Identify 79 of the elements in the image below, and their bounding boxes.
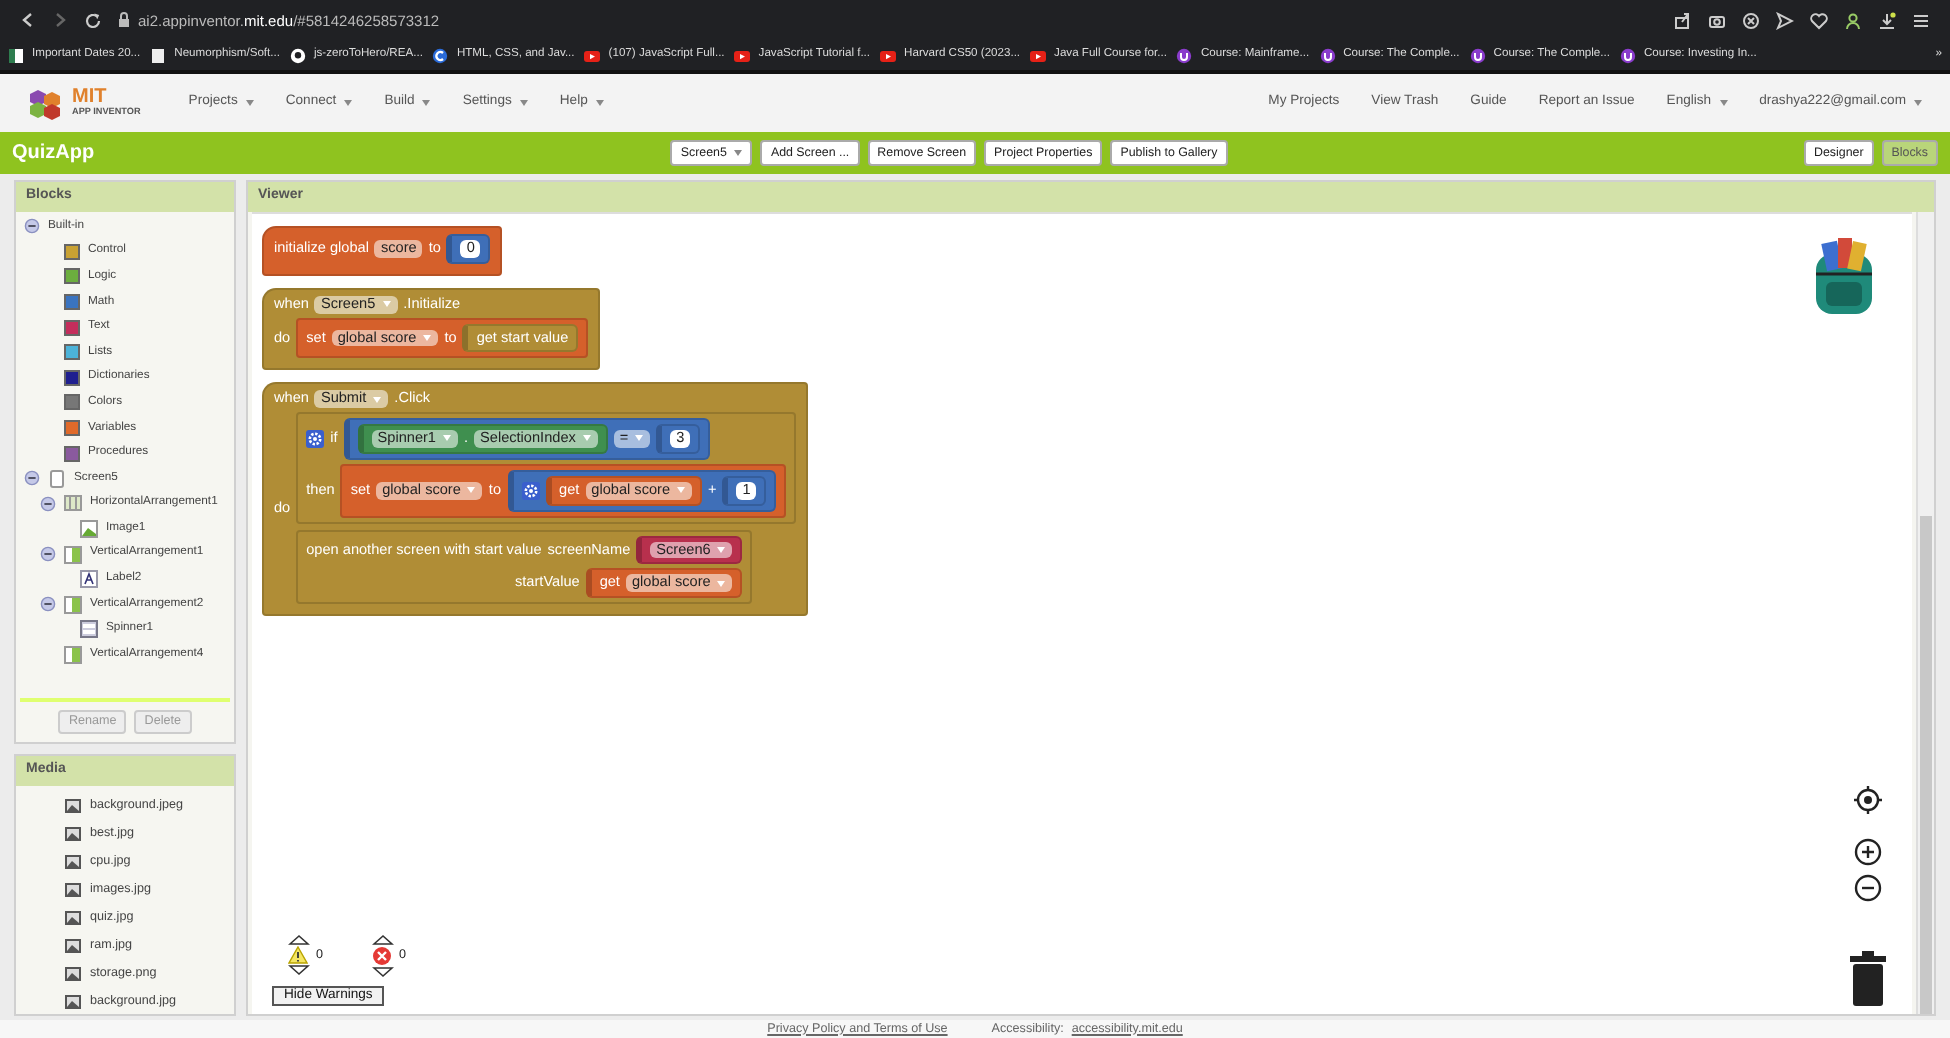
calendar-icon [8, 47, 24, 63]
arrangement-icon [64, 545, 82, 564]
caret-icon [245, 100, 254, 106]
screen-icon [48, 469, 66, 488]
site-icon [432, 47, 449, 63]
image-file-icon [64, 965, 82, 982]
caret-icon [1719, 100, 1728, 106]
zoom-out-icon[interactable] [1854, 874, 1882, 902]
error-icon [371, 945, 392, 966]
heart-icon[interactable] [1810, 11, 1828, 29]
caret-icon [716, 545, 727, 554]
image-file-icon [64, 853, 82, 870]
caret-icon [381, 300, 392, 309]
caret-icon [519, 100, 528, 106]
gear-icon[interactable] [306, 429, 325, 448]
gear-icon[interactable] [521, 481, 540, 500]
image-file-icon [64, 909, 82, 926]
course-icon [1176, 47, 1193, 63]
video-icon [584, 47, 601, 63]
collapse-toggle-icon[interactable] [24, 470, 40, 487]
page-icon [150, 47, 167, 63]
forward-icon[interactable] [52, 12, 68, 28]
collapse-toggle-icon[interactable] [40, 495, 56, 512]
caret-icon [595, 100, 604, 106]
arrangement-icon [64, 595, 82, 614]
caret-icon [422, 333, 433, 342]
video-icon [734, 47, 751, 63]
logo-title: MIT [72, 88, 107, 109]
caret-icon [422, 100, 431, 106]
recenter-icon[interactable] [1854, 786, 1882, 814]
caret-icon [734, 150, 743, 156]
caret-icon [442, 434, 452, 443]
previous-arrow-icon[interactable] [288, 933, 310, 946]
lock-icon [118, 12, 130, 28]
image-file-icon [64, 797, 82, 814]
arrangement-icon [64, 494, 82, 513]
arrangement-icon [64, 645, 82, 664]
previous-arrow-icon[interactable] [371, 933, 394, 946]
caret-icon [372, 395, 383, 404]
caret-icon [581, 434, 592, 443]
caret-icon [344, 100, 353, 106]
image-file-icon [64, 993, 82, 1010]
warning-icon [288, 945, 308, 964]
course-icon [1620, 47, 1636, 63]
download-icon[interactable] [1878, 11, 1896, 29]
image-file-icon [64, 937, 82, 954]
image-file-icon [64, 825, 82, 842]
scrollbar[interactable] [1920, 516, 1932, 1014]
trash-icon[interactable] [1848, 950, 1888, 1006]
collapse-toggle-icon[interactable] [40, 546, 56, 563]
video-icon [1030, 47, 1047, 63]
menu-icon[interactable] [1912, 11, 1930, 29]
project-title: QuizApp [12, 141, 95, 165]
next-arrow-icon[interactable] [371, 965, 394, 978]
image-icon [80, 519, 98, 538]
zoom-in-icon[interactable] [1854, 838, 1882, 866]
course-icon [1469, 47, 1486, 63]
caret-icon [1914, 100, 1922, 106]
share-icon[interactable] [1674, 11, 1692, 29]
logo-icon [28, 87, 64, 119]
reload-icon[interactable] [84, 11, 102, 29]
caret-icon [634, 434, 645, 443]
caret-icon [676, 486, 687, 495]
label-icon [80, 570, 98, 589]
github-icon [289, 47, 306, 63]
spinner-icon [80, 620, 98, 639]
caret-icon [716, 579, 727, 588]
video-icon [880, 47, 897, 63]
image-file-icon [64, 881, 82, 898]
course-icon [1319, 47, 1336, 63]
close-icon[interactable] [1742, 11, 1760, 29]
person-icon[interactable] [1844, 11, 1862, 29]
next-arrow-icon[interactable] [288, 963, 310, 976]
send-icon[interactable] [1776, 11, 1794, 29]
collapse-toggle-icon[interactable] [40, 596, 56, 613]
caret-icon [466, 486, 477, 495]
camera-icon[interactable] [1708, 11, 1726, 29]
collapse-toggle-icon[interactable] [24, 218, 40, 235]
back-icon[interactable] [20, 12, 36, 28]
